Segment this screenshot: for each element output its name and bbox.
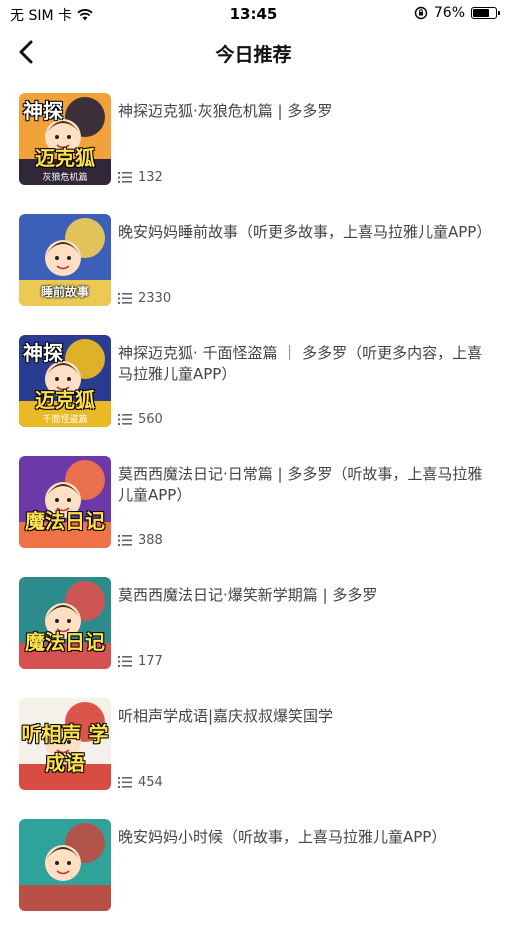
cover-title-text: 听相声 学成语 [21, 722, 109, 775]
battery-icon [471, 7, 500, 19]
track-count: 2330 [118, 291, 171, 306]
album-cover: 神探 迈克狐 千面怪盗篇 [19, 335, 111, 427]
album-title: 莫西西魔法日记·日常篇 | 多多罗（听故事，上喜马拉雅儿童APP） [118, 465, 483, 504]
album-title: 神探迈克狐· 千面怪盗篇 ｜ 多多罗（听更多内容，上喜马拉雅儿童APP） [118, 344, 483, 383]
battery-percent: 76% [433, 5, 465, 21]
cover-art [19, 819, 111, 911]
track-count: 177 [118, 654, 163, 669]
cover-art [19, 456, 111, 548]
battery-level [473, 9, 489, 17]
list-icon [118, 172, 132, 183]
list-icon [118, 414, 132, 425]
cover-subtitle-text: 千面怪盗篇 [42, 415, 88, 425]
track-count-value: 2330 [138, 291, 172, 306]
album-title: 晚安妈妈睡前故事（听更多故事，上喜马拉雅儿童APP） [118, 223, 492, 241]
track-count: 388 [118, 533, 163, 548]
track-count: 454 [118, 775, 163, 790]
cover-brand-text: 神探 [23, 99, 63, 123]
album-cover [19, 819, 111, 911]
cover-title-text: 迈克狐 [35, 388, 95, 412]
album-cover: 听相声 学成语 [19, 698, 111, 790]
list-item[interactable]: 听相声 学成语 听相声学成语|嘉庆叔叔爆笑国学 454 [0, 695, 507, 816]
cover-title-text: 魔法日记 [25, 509, 105, 533]
track-count-value: 132 [138, 170, 163, 185]
list-icon [118, 535, 132, 546]
list-icon [118, 293, 132, 304]
cover-art [19, 577, 111, 669]
list-item[interactable]: 神探 迈克狐 千面怪盗篇 神探迈克狐· 千面怪盗篇 ｜ 多多罗（听更多内容，上喜… [0, 332, 507, 453]
album-title: 晚安妈妈小时候（听故事，上喜马拉雅儿童APP） [118, 828, 447, 846]
track-count: 132 [118, 170, 163, 185]
page-title: 今日推荐 [215, 44, 292, 66]
cover-subtitle-text: 灰狼危机篇 [42, 173, 88, 183]
album-title: 莫西西魔法日记·爆笑新学期篇 | 多多罗 [118, 586, 378, 604]
status-right: 76% [414, 5, 500, 21]
nav-bar: 今日推荐 [0, 28, 507, 76]
album-cover: 魔法日记 [19, 456, 111, 548]
album-cover: 神探 迈克狐 灰狼危机篇 [19, 93, 111, 185]
rotation-lock-icon [414, 6, 428, 20]
list-item[interactable]: 晚安妈妈小时候（听故事，上喜马拉雅儿童APP） [0, 816, 507, 937]
album-cover: 魔法日记 [19, 577, 111, 669]
list-icon [118, 777, 132, 788]
cover-label-text: 睡前故事 [40, 285, 89, 299]
list-item[interactable]: 神探 迈克狐 灰狼危机篇 神探迈克狐·灰狼危机篇 | 多多罗 132 [0, 90, 507, 211]
track-count: 560 [118, 412, 163, 427]
album-cover: 睡前故事 [19, 214, 111, 306]
status-bar: 无 SIM 卡 13:45 76% [0, 0, 507, 28]
list-item[interactable]: 魔法日记 莫西西魔法日记·日常篇 | 多多罗（听故事，上喜马拉雅儿童APP） 3… [0, 453, 507, 574]
list-item[interactable]: 睡前故事 晚安妈妈睡前故事（听更多故事，上喜马拉雅儿童APP） 2330 [0, 211, 507, 332]
cover-title-text: 魔法日记 [25, 630, 105, 654]
album-title: 神探迈克狐·灰狼危机篇 | 多多罗 [118, 102, 333, 120]
cover-title-text: 迈克狐 [35, 146, 95, 170]
cover-brand-text: 神探 [23, 341, 63, 365]
list-icon [118, 656, 132, 667]
track-count-value: 177 [138, 654, 163, 669]
track-count-value: 388 [138, 533, 163, 548]
album-list: 神探 迈克狐 灰狼危机篇 神探迈克狐·灰狼危机篇 | 多多罗 132 睡前故事 … [0, 90, 507, 937]
track-count-value: 454 [138, 775, 163, 790]
track-count-value: 560 [138, 412, 163, 427]
list-item[interactable]: 魔法日记 莫西西魔法日记·爆笑新学期篇 | 多多罗 177 [0, 574, 507, 695]
album-title: 听相声学成语|嘉庆叔叔爆笑国学 [118, 707, 334, 725]
